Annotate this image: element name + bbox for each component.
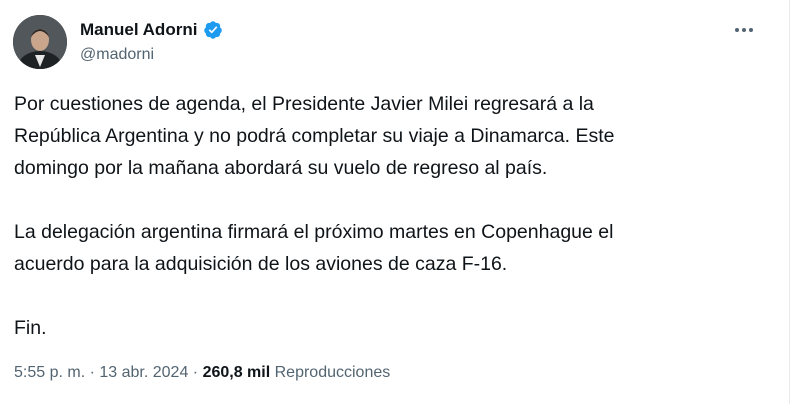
tweet-line: La delegación argentina firmará el próxi… bbox=[14, 221, 614, 243]
tweet-line: Por cuestiones de agenda, el Presidente … bbox=[14, 93, 594, 115]
tweet-line: acuerdo para la adquisición de los avion… bbox=[14, 253, 508, 275]
tweet-text: Por cuestiones de agenda, el Presidente … bbox=[14, 88, 774, 344]
views-count: 260,8 mil bbox=[202, 364, 271, 381]
tweet-date: 13 abr. 2024 bbox=[99, 364, 189, 381]
more-options-icon[interactable] bbox=[731, 20, 757, 40]
tweet-timestamp[interactable]: 5:55 p. m. · 13 abr. 2024 bbox=[14, 364, 188, 381]
author-handle[interactable]: @madorni bbox=[80, 46, 154, 64]
author-name[interactable]: Manuel Adorni bbox=[80, 20, 197, 40]
views-label: Reproducciones bbox=[270, 364, 391, 381]
tweet-paragraph-2: La delegación argentina firmará el próxi… bbox=[14, 216, 774, 280]
meta-separator: · bbox=[85, 364, 100, 381]
dot-icon bbox=[735, 28, 739, 32]
tweet-line: República Argentina y no podrá completar… bbox=[14, 125, 615, 147]
meta-separator: · bbox=[188, 364, 203, 381]
avatar[interactable] bbox=[13, 15, 67, 69]
author-name-row: Manuel Adorni bbox=[80, 19, 223, 41]
tweet-line: domingo por la mañana abordará su vuelo … bbox=[14, 157, 548, 179]
tweet-paragraph-1: Por cuestiones de agenda, el Presidente … bbox=[14, 88, 774, 184]
dot-icon bbox=[749, 28, 753, 32]
tweet-paragraph-3: Fin. bbox=[14, 312, 774, 344]
tweet-time: 5:55 p. m. bbox=[14, 364, 86, 381]
views-link[interactable]: 260,8 mil Reproducciones bbox=[203, 364, 391, 381]
tweet-line: Fin. bbox=[14, 317, 47, 339]
dot-icon bbox=[742, 28, 746, 32]
verified-badge-icon[interactable] bbox=[203, 20, 223, 40]
tweet-card: Manuel Adorni @madorni Por cuestiones de… bbox=[0, 0, 790, 404]
tweet-meta: 5:55 p. m. · 13 abr. 2024 · 260,8 mil Re… bbox=[14, 364, 390, 382]
